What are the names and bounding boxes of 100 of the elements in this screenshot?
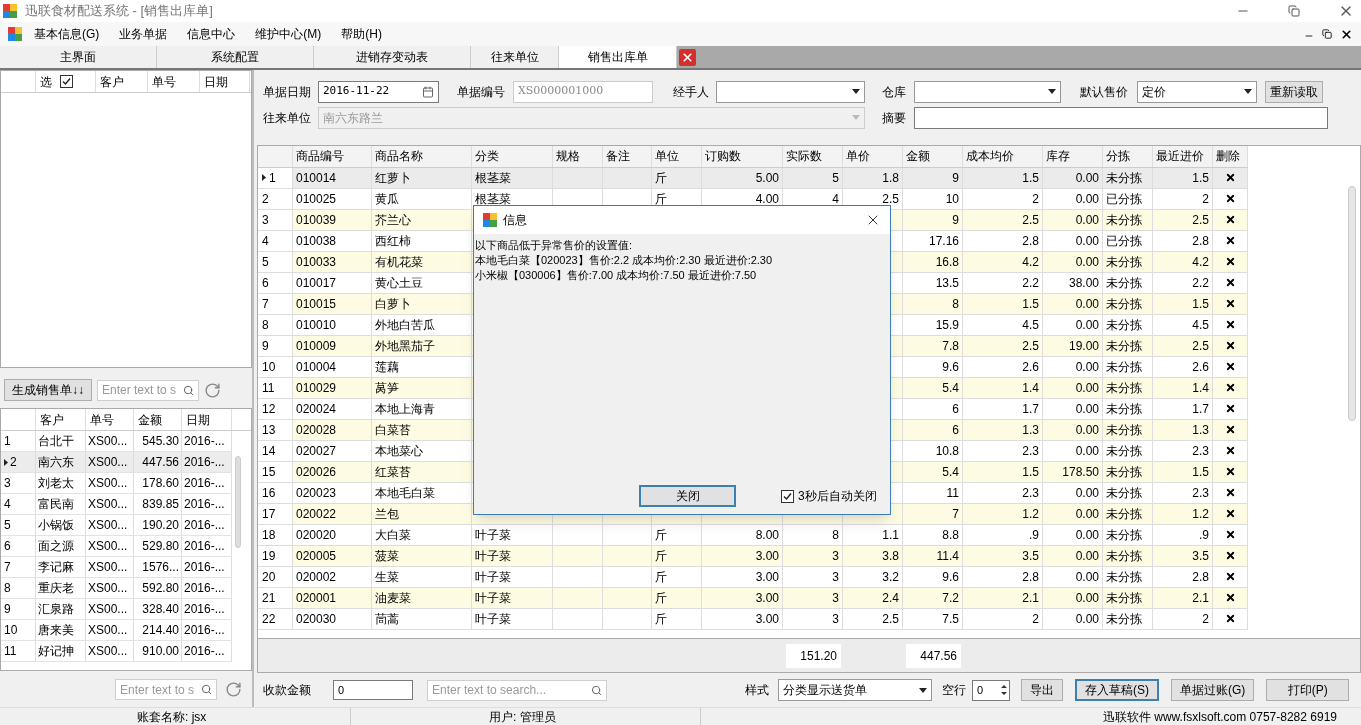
table-cell-text: 010014 [296,169,337,187]
status-text: 迅联软件 www.fsxlsoft.com 0757-8282 6919 [1102,708,1337,725]
table-cell: 刘老太 [36,473,86,493]
table-cell-text: 2.1 [1022,589,1039,607]
table-cell-text: 2 [1202,610,1209,628]
table-cell-text: 茼蒿 [375,610,399,628]
table-cell-text: 2.5 [1022,211,1039,229]
table-cell-text: 2.3 [1192,484,1209,502]
table-cell-text: 未分拣 [1106,421,1142,439]
table-cell-text: 2.4 [882,589,899,607]
table-cell: 2016-... [182,473,232,493]
table-cell: 910.00 [134,641,182,661]
table-cell-text: 油麦菜 [375,589,411,607]
table-cell-text: 未分拣 [1106,610,1142,628]
table-cell: XS00... [86,515,134,535]
table-cell-text: 外地黑茄子 [375,337,435,355]
table-cell: 2016-... [182,536,232,556]
table-cell-text: 3 [832,547,839,565]
table-cell-text: 0.00 [1075,610,1099,628]
table-cell-text: 3.00 [755,589,779,607]
table-cell-text: 未分拣 [1106,316,1142,334]
table-cell-text: 020022 [296,505,337,523]
table-cell-text: 红菜苔 [375,463,411,481]
table-cell: XS00... [86,620,134,640]
table-cell-text: 0.00 [1075,421,1099,439]
table-cell-text: 6 [952,400,959,418]
row-number: 3 [262,211,269,229]
table-cell-text: 9.6 [942,568,959,586]
table-cell-text: 7.2 [942,589,959,607]
table-cell-text: 010029 [296,379,337,397]
field-label: 单据编号 [457,83,506,101]
field-label: 往来单位 [263,109,312,127]
table-cell-text: 178.50 [1062,463,1099,481]
row-number: 14 [262,442,276,460]
table-cell: XS00... [86,536,134,556]
table-cell-text: 斤 [655,568,667,586]
table-cell-text: 1.7 [1022,400,1039,418]
table-cell-text: 未分拣 [1106,400,1142,418]
table-cell-text: 4.5 [1192,316,1209,334]
table-cell-text: 17.16 [928,232,959,250]
table-cell-text: 2.5 [1022,337,1039,355]
table-cell-text: 1.5 [1192,169,1209,187]
table-cell-text: 1.7 [1192,400,1209,418]
row-number: 20 [262,568,276,586]
table-cell-text: 9.6 [942,358,959,376]
table-cell-text: 020020 [296,526,337,544]
dialog-title: 信息 [503,212,528,229]
table-cell-text: 根茎菜 [475,190,511,208]
table-cell-text: 1.2 [1022,505,1039,523]
row-number: 12 [262,400,276,418]
table-cell-text: 1.5 [1022,169,1039,187]
table-cell-text: 020026 [296,463,337,481]
table-cell-text: 1.5 [1022,463,1039,481]
table-cell-text: 2 [1032,610,1039,628]
field-label: 仓库 [882,83,907,101]
table-cell-text: 3.5 [1192,547,1209,565]
table-cell-text: 黄心土豆 [375,274,423,292]
table-cell-text: 1.4 [1022,379,1039,397]
table-cell-text: 4.2 [1192,253,1209,271]
row-number: 7 [262,295,269,313]
table-cell-text: 2.3 [1022,484,1039,502]
table-cell-text: 9 [952,211,959,229]
table-cell: 1576... [134,557,182,577]
table-cell-text: 白菜苔 [375,421,411,439]
table-cell: 李记麻 [36,557,86,577]
field-label: 单据日期 [263,83,312,101]
table-cell-text: 本地菜心 [375,442,423,460]
table-cell-text: 020024 [296,400,337,418]
table-cell-text: 15.9 [935,316,959,334]
message-text: 本地毛白菜【020023】售价:2.2 成本均价:2.30 最近进价:2.30 [475,253,774,268]
table-cell-text: 0.00 [1075,253,1099,271]
row-number: 11 [4,643,17,660]
table-cell-text: 未分拣 [1106,358,1142,376]
table-cell-text: 3.00 [755,547,779,565]
table-cell: 汇泉路 [36,599,86,619]
table-cell-text: 2.2 [1022,274,1039,292]
table-cell-text: 010039 [296,211,337,229]
table-cell-text: 芥兰心 [375,211,411,229]
table-cell-text: 2.8 [1022,232,1039,250]
table-cell-text: 11 [946,484,959,502]
total-field: 447.56 [906,643,961,668]
table-cell: 2016-... [182,641,232,661]
table-cell-text: 莲藕 [375,358,399,376]
table-cell-text: 020027 [296,442,337,460]
table-cell: 2016-... [182,620,232,640]
table-cell-text: 未分拣 [1106,169,1142,187]
table-cell-text: 2.8 [1022,568,1039,586]
table-cell-text: 020002 [296,568,337,586]
field-label: 样式 [745,682,770,700]
table-cell-text: 未分拣 [1106,484,1142,502]
table-cell-text: 叶子菜 [475,589,511,607]
table-cell-text: 11.4 [936,547,959,565]
row-number: 6 [4,538,11,555]
table-cell-text: 0.00 [1075,568,1099,586]
table-cell-text: 010017 [296,274,337,292]
field-label: 摘要 [882,109,907,127]
table-cell-text: 2.5 [1192,211,1209,229]
row-number: 5 [4,517,11,534]
table-cell-text: 未分拣 [1106,547,1142,565]
table-cell: XS00... [86,452,134,472]
